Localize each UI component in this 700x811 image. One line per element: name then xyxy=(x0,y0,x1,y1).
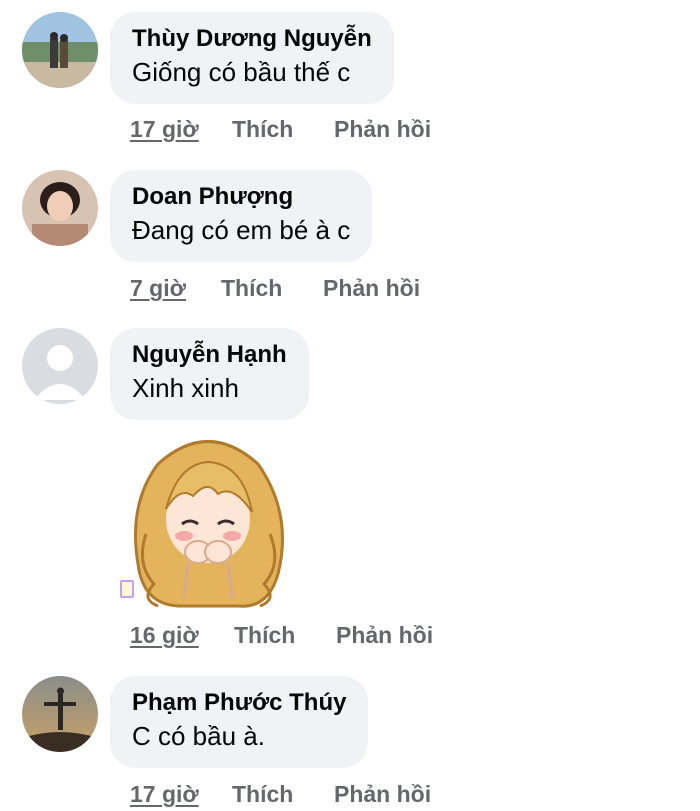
reply-button[interactable]: Phản hồi xyxy=(336,622,433,649)
file-icon xyxy=(120,580,134,598)
comment-text: C có bầu à. xyxy=(132,721,265,751)
comment-bubble: Nguyễn Hạnh Xinh xinh xyxy=(110,328,309,420)
reply-button[interactable]: Phản hồi xyxy=(334,116,431,143)
avatar[interactable] xyxy=(22,170,98,246)
sticker-image[interactable] xyxy=(118,424,298,614)
comment-timestamp[interactable]: 7 giờ xyxy=(130,275,186,302)
comment-timestamp[interactable]: 17 giờ xyxy=(130,781,199,808)
comment-author[interactable]: Thùy Dương Nguyễn xyxy=(132,24,372,54)
like-button[interactable]: Thích xyxy=(221,275,282,302)
comment-author[interactable]: Phạm Phước Thúy xyxy=(132,688,346,718)
comment-bubble: Phạm Phước Thúy C có bầu à. xyxy=(110,676,369,768)
avatar-placeholder-icon[interactable] xyxy=(22,328,98,404)
comment-timestamp[interactable]: 17 giờ xyxy=(130,116,199,143)
comment-bubble: Doan Phượng Đang có em bé à c xyxy=(110,170,373,262)
comment-author[interactable]: Nguyễn Hạnh xyxy=(132,340,287,370)
like-button[interactable]: Thích xyxy=(232,781,293,808)
comment-bubble: Thùy Dương Nguyễn Giống có bầu thế c xyxy=(110,12,394,104)
comment-author[interactable]: Doan Phượng xyxy=(132,182,350,212)
comment-text: Đang có em bé à c xyxy=(132,215,351,245)
like-button[interactable]: Thích xyxy=(234,622,295,649)
comment-text: Xinh xinh xyxy=(132,373,239,403)
comment-timestamp[interactable]: 16 giờ xyxy=(130,622,199,649)
comment-text: Giống có bầu thế c xyxy=(132,57,351,87)
reply-button[interactable]: Phản hồi xyxy=(323,275,420,302)
avatar[interactable] xyxy=(22,676,98,752)
avatar[interactable] xyxy=(22,12,98,88)
reply-button[interactable]: Phản hồi xyxy=(334,781,431,808)
like-button[interactable]: Thích xyxy=(232,116,293,143)
